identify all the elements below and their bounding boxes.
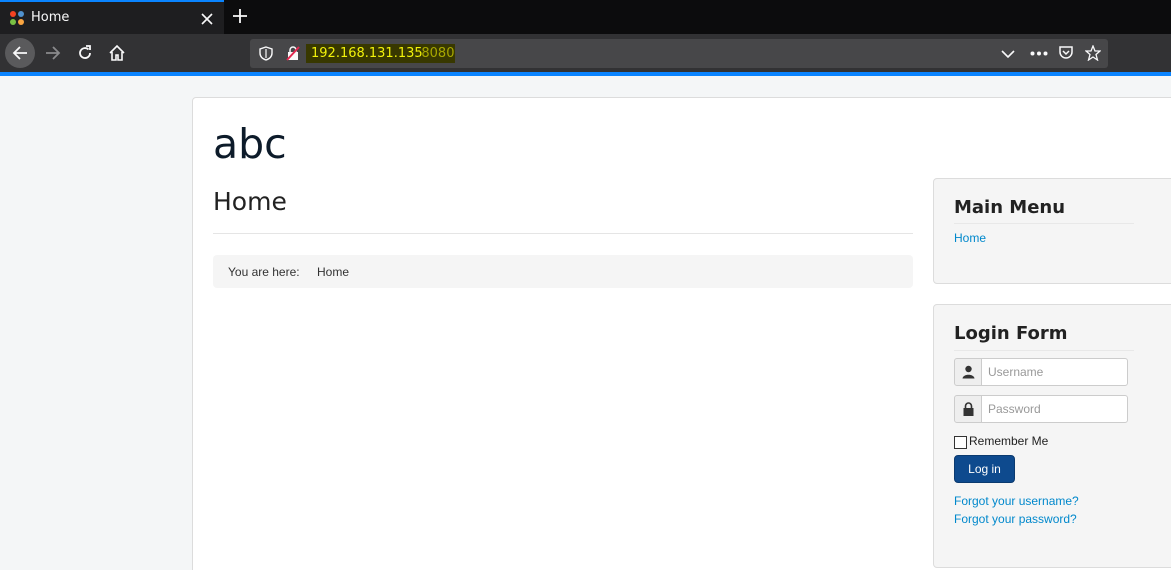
home-button[interactable] xyxy=(102,38,132,68)
insecure-lock-icon[interactable] xyxy=(286,46,300,61)
nav-bar: 192.168.131.135 :8080 xyxy=(0,34,1171,72)
arrow-right-icon xyxy=(46,46,61,60)
forward-button[interactable] xyxy=(38,38,68,68)
site-title[interactable]: abc xyxy=(213,120,287,168)
address-bar[interactable]: 192.168.131.135 :8080 xyxy=(250,39,1108,68)
url-host: 192.168.131.135 xyxy=(311,46,423,61)
username-input[interactable] xyxy=(981,358,1128,386)
breadcrumb-item-home: Home xyxy=(317,265,350,279)
remember-me-label[interactable]: Remember Me xyxy=(969,434,1048,448)
tab-home[interactable]: Home xyxy=(0,0,224,34)
login-form-module: Login Form Remember Me Log in Forgot you… xyxy=(933,304,1171,568)
menu-item-home[interactable]: Home xyxy=(954,231,986,245)
password-input[interactable] xyxy=(981,395,1128,423)
main-menu-title: Main Menu xyxy=(954,197,1066,218)
breadcrumb: You are here: Home xyxy=(213,255,913,288)
forgot-username-link[interactable]: Forgot your username? xyxy=(954,494,1079,508)
joomla-favicon-icon xyxy=(10,11,24,25)
page-title: Home xyxy=(213,187,287,216)
reload-button[interactable] xyxy=(70,38,100,68)
new-tab-icon[interactable] xyxy=(231,7,249,25)
divider xyxy=(954,223,1134,224)
remember-me-checkbox[interactable] xyxy=(954,436,967,449)
chevron-down-icon[interactable] xyxy=(1001,48,1015,60)
page-container: abc Home You are here: Home Main Menu Ho… xyxy=(192,97,1171,570)
pocket-icon[interactable] xyxy=(1058,45,1074,61)
star-icon[interactable] xyxy=(1085,45,1101,61)
lock-addon xyxy=(954,395,982,423)
login-button[interactable]: Log in xyxy=(954,455,1015,483)
username-group xyxy=(954,358,1128,386)
divider xyxy=(954,350,1134,351)
tab-bar: Home xyxy=(0,0,1171,34)
url-port: :8080 xyxy=(417,46,455,61)
shield-icon[interactable] xyxy=(259,46,273,61)
main-menu-module: Main Menu Home xyxy=(933,178,1171,284)
user-icon xyxy=(962,365,975,379)
loading-bar xyxy=(0,72,1171,76)
back-button[interactable] xyxy=(5,38,35,68)
login-form-title: Login Form xyxy=(954,323,1068,344)
lock-icon xyxy=(963,402,974,416)
arrow-left-icon xyxy=(12,46,27,60)
forgot-password-link[interactable]: Forgot your password? xyxy=(954,512,1077,526)
reload-icon xyxy=(79,45,91,59)
more-icon[interactable] xyxy=(1030,51,1048,56)
breadcrumb-label: You are here: xyxy=(228,265,300,279)
tab-title: Home xyxy=(31,10,70,25)
divider xyxy=(213,233,913,234)
password-group xyxy=(954,395,1128,423)
home-icon xyxy=(109,44,125,61)
user-addon xyxy=(954,358,982,386)
close-icon[interactable] xyxy=(199,11,215,27)
